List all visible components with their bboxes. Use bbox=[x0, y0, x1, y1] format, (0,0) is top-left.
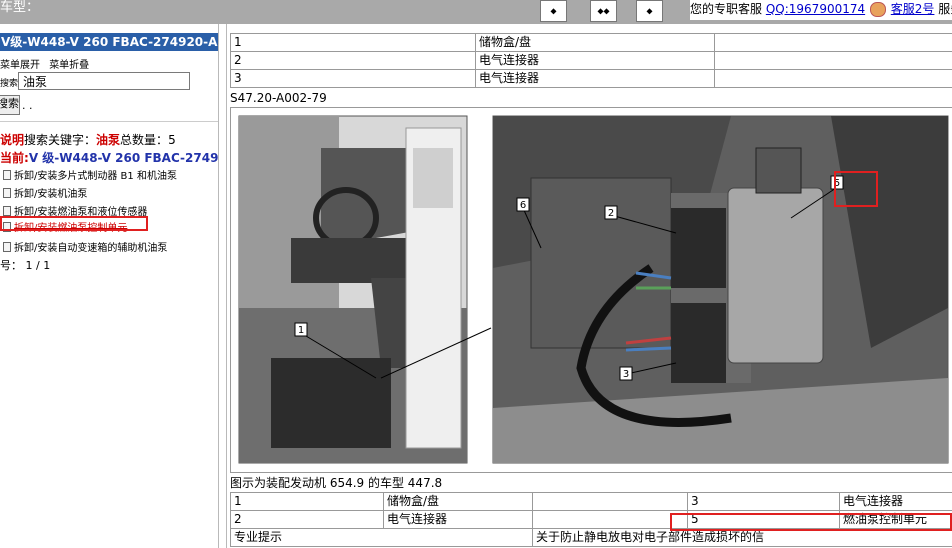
result-item[interactable]: 拆卸/安装机油泵 bbox=[0, 185, 87, 200]
callout-1: 1 bbox=[298, 325, 304, 336]
search-input[interactable]: 油泵 bbox=[18, 72, 190, 90]
search-dots: . . bbox=[22, 99, 33, 112]
table-row: 2 电气连接器 bbox=[230, 51, 952, 70]
qq-face-icon bbox=[869, 2, 886, 17]
menu-expand-link[interactable]: 菜单展开 bbox=[0, 60, 40, 71]
component-figure: 1 6 2 3 5 bbox=[238, 115, 949, 464]
page-label: 号： bbox=[0, 259, 22, 272]
result-item[interactable]: 拆卸/安装多片式制动器 B1 和机油泵 bbox=[0, 167, 177, 182]
support-prefix: 您的专职客服 bbox=[690, 2, 763, 16]
current-prefix: 当前: bbox=[0, 151, 29, 165]
sidebar-divider bbox=[0, 121, 218, 122]
fuel-pump-row-highlight bbox=[670, 513, 952, 531]
sidebar-header: V级-W448-V 260 FBAC-274920-AG 72299 bbox=[0, 33, 218, 51]
pagination: 号： 1 / 1 bbox=[0, 257, 50, 273]
tip-text: 关于防止静电放电对电子部件造成损坏的信 bbox=[532, 528, 952, 547]
table-row: 3 电气连接器 bbox=[230, 69, 952, 88]
content-pane: 1 储物盒/盘 2 电气连接器 3 电气连接器 S47.20-A002-79 1… bbox=[227, 33, 952, 548]
selected-item-highlight bbox=[0, 216, 148, 231]
toolbar-button-1[interactable]: ◆ bbox=[540, 0, 567, 22]
control-unit-photo: 6 2 3 5 bbox=[492, 115, 949, 464]
car-type-label: 车型： bbox=[0, 0, 40, 15]
search-label: 搜索 bbox=[0, 79, 19, 89]
figure-caption: 图示为装配发动机 654.9 的车型 447.8 bbox=[230, 476, 443, 490]
panel-splitter[interactable] bbox=[218, 24, 227, 548]
callout-3: 3 bbox=[623, 369, 629, 380]
top-toolbar: 车型： ◆ ◆◆ ◆ 您的专职客服 QQ:1967900174 客服2号 服务 bbox=[0, 0, 952, 24]
table-row: 1 储物盒/盘 3 电气连接器 bbox=[230, 492, 952, 511]
document-icon bbox=[3, 205, 11, 216]
page-value: 1 / 1 bbox=[25, 259, 51, 272]
support-service2-link[interactable]: 客服2号 bbox=[891, 2, 935, 16]
document-icon bbox=[3, 241, 11, 252]
current-model: 当前:V 级-W448-V 260 FBAC-274920 bbox=[0, 149, 218, 166]
toolbar-button-3[interactable]: ◆ bbox=[636, 0, 663, 22]
table-row: 1 储物盒/盘 bbox=[230, 33, 952, 52]
sidebar: V级-W448-V 260 FBAC-274920-AG 72299 菜单展开 … bbox=[0, 33, 218, 548]
current-model-name: V 级-W448-V 260 FBAC-274920 bbox=[28, 151, 218, 165]
search-button[interactable]: 搜索 bbox=[0, 95, 20, 115]
table-row: 专业提示 关于防止静电放电对电子部件造成损坏的信 bbox=[230, 528, 952, 547]
interior-photo: 1 bbox=[238, 115, 468, 464]
total-value: 5 bbox=[168, 133, 176, 147]
keyword-value: 油泵 bbox=[96, 133, 121, 147]
tip-label: 专业提示 bbox=[230, 528, 533, 547]
menu-toggle-row: 菜单展开 菜单折叠 bbox=[0, 56, 95, 71]
document-icon bbox=[3, 169, 11, 180]
callout-6: 6 bbox=[520, 200, 526, 211]
figure-frame: 1 6 2 3 5 bbox=[230, 107, 952, 473]
document-icon bbox=[3, 187, 11, 198]
menu-collapse-link[interactable]: 菜单折叠 bbox=[49, 60, 89, 71]
keyword-prefix: 说明 bbox=[0, 133, 25, 147]
support-qq-link[interactable]: QQ:1967900174 bbox=[766, 2, 865, 16]
toolbar-button-2[interactable]: ◆◆ bbox=[590, 0, 617, 22]
keyword-summary: 说明搜索关键字：油泵总数量：5 bbox=[0, 131, 176, 148]
figure-id: S47.20-A002-79 bbox=[230, 91, 327, 105]
parts-table-top: 1 储物盒/盘 2 电气连接器 3 电气连接器 bbox=[230, 33, 952, 88]
result-item[interactable]: 拆卸/安装自动变速箱的辅助机油泵 bbox=[0, 239, 167, 254]
customer-service-bar: 您的专职客服 QQ:1967900174 客服2号 服务 bbox=[690, 0, 952, 20]
support-suffix: 服务 bbox=[938, 2, 952, 16]
total-label: 总数量： bbox=[120, 133, 169, 147]
callout-2: 2 bbox=[608, 208, 614, 219]
keyword-label: 搜索关键字： bbox=[24, 133, 97, 147]
